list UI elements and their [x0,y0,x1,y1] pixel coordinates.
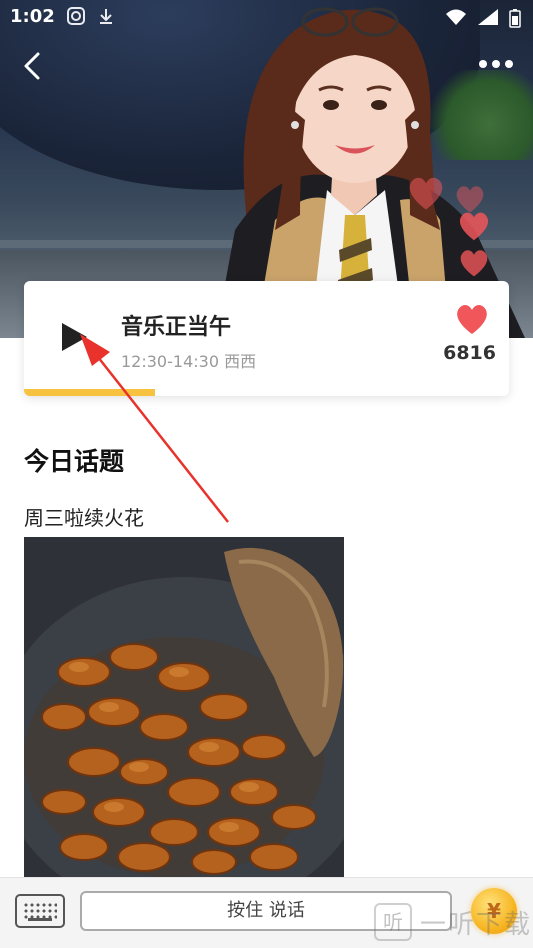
status-bar: 1:02 [0,0,533,34]
more-options-button[interactable] [479,60,513,68]
keyboard-icon[interactable] [15,894,65,928]
heart-icon [409,177,443,210]
battery-icon [509,9,521,28]
topic-photo[interactable] [24,537,344,877]
heart-icon [459,212,489,241]
like-count: 6816 [443,342,496,364]
watermark: 听 一听下载 [374,903,532,941]
heart-icon [460,250,488,277]
watermark-text: 一听下载 [420,909,533,940]
annotation-arrow [80,334,229,523]
watermark-logo: 听 [374,903,412,941]
signal-icon [478,9,498,25]
status-notification-icons [66,6,116,26]
topic-title: 周三啦续火花 [24,506,144,530]
like-heart-icon[interactable] [452,298,492,338]
back-button[interactable] [18,50,50,82]
camera-app-icon [67,7,85,25]
topic-heading: 今日话题 [24,447,125,476]
status-system-icons [445,8,521,28]
status-time: 1:02 [10,6,55,27]
wifi-icon [446,9,466,25]
download-icon [100,9,112,24]
